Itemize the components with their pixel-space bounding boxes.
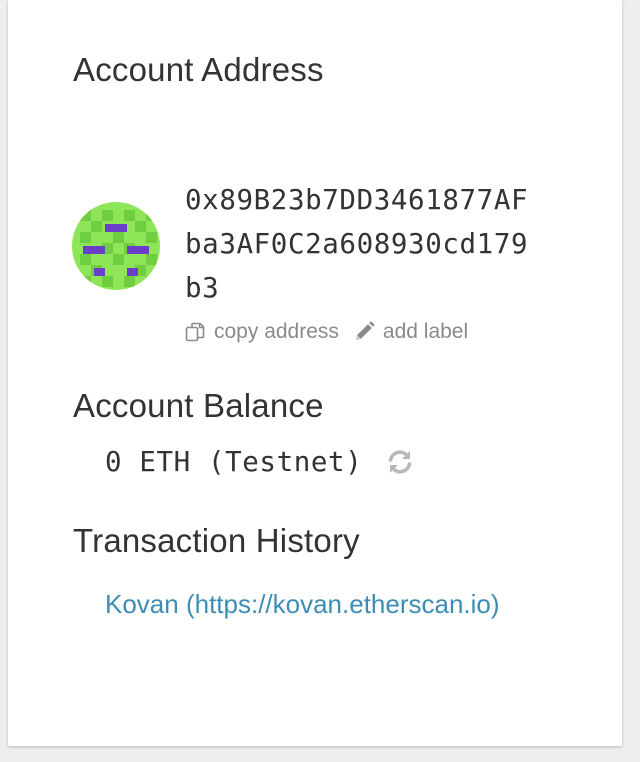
refresh-icon — [386, 448, 414, 476]
account-address-heading: Account Address — [73, 51, 324, 88]
add-label-button[interactable]: add label — [353, 320, 468, 344]
transaction-history-heading: Transaction History — [73, 522, 360, 559]
pencil-icon — [353, 321, 383, 343]
copy-address-button[interactable]: copy address — [184, 320, 339, 344]
account-address-value: 0x89B23b7DD3461877AFba3AF0C2a608930cd179… — [185, 184, 529, 304]
copy-icon — [184, 321, 214, 343]
block-explorer-link[interactable]: Kovan (https://kovan.etherscan.io) — [105, 582, 555, 626]
account-balance: 0 ETH (Testnet) — [105, 446, 414, 478]
address-actions: copy address add label — [184, 320, 468, 344]
account-identicon — [72, 202, 160, 290]
copy-address-label: copy address — [214, 320, 339, 343]
add-label-label: add label — [382, 320, 469, 343]
refresh-balance-button[interactable] — [386, 448, 414, 476]
account-card: Account Address 0x89B23b7DD3461877AFba3A… — [8, 0, 622, 746]
balance-value: 0 ETH (Testnet) — [105, 446, 363, 478]
account-balance-heading: Account Balance — [73, 387, 324, 424]
